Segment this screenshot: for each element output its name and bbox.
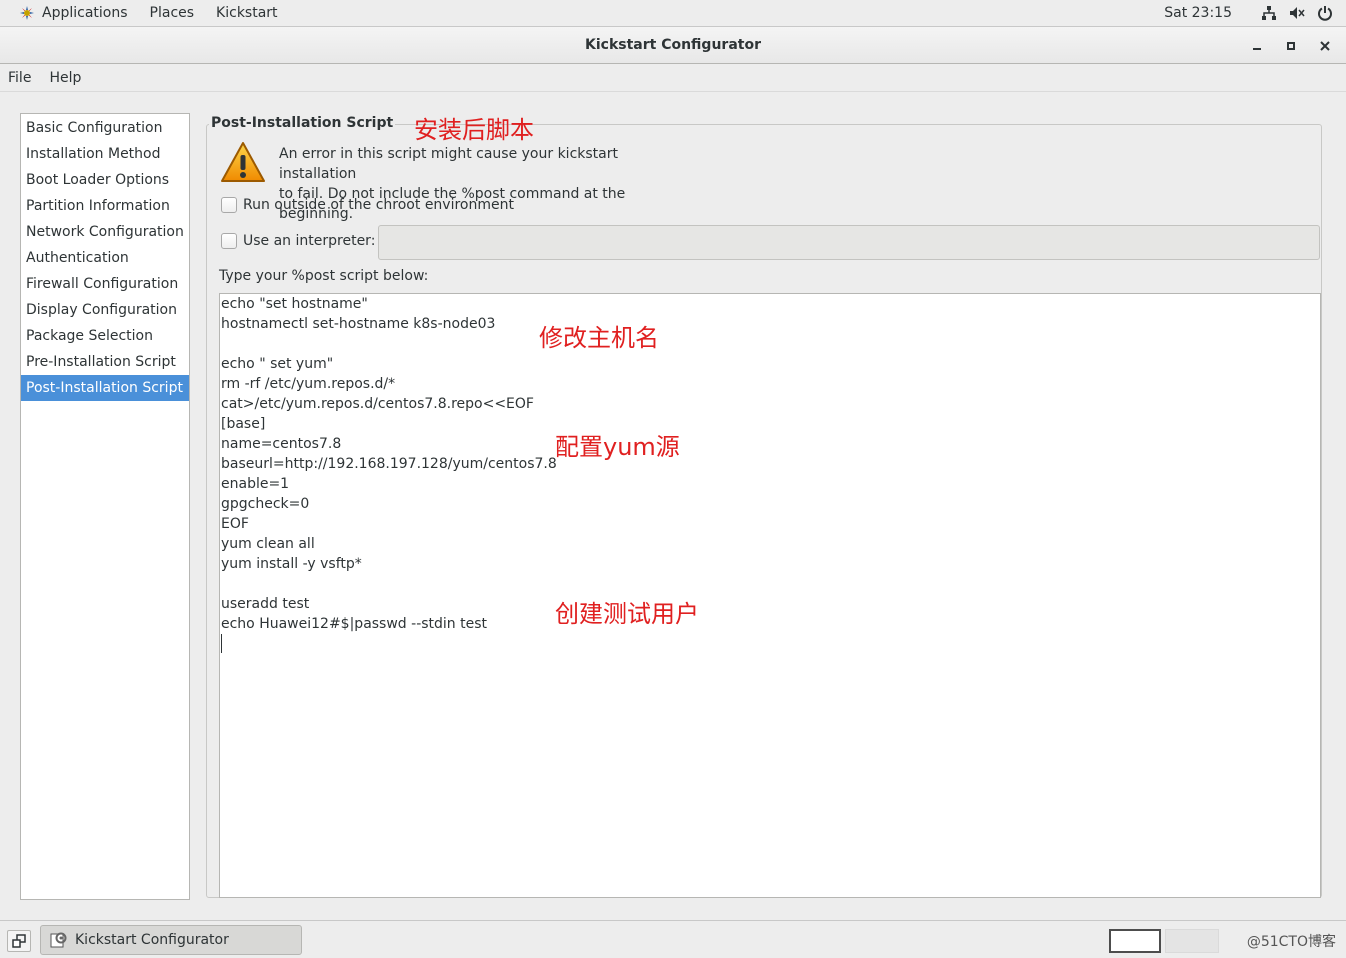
taskbar-window-label: Kickstart Configurator — [75, 932, 229, 948]
kickstart-menu[interactable]: Kickstart — [205, 0, 288, 26]
annotation-post-script: 安装后脚本 — [414, 116, 534, 144]
script-line: yum install -y vsftp* — [221, 556, 362, 572]
sidebar-item-package-selection[interactable]: Package Selection — [21, 323, 189, 349]
script-textarea[interactable]: echo "set hostname" hostnamectl set-hostn… — [219, 293, 1321, 898]
script-content: echo "set hostname" hostnamectl set-hostn… — [221, 294, 557, 654]
taskbar-window-button[interactable]: Kickstart Configurator — [40, 925, 302, 955]
sidebar-item-post-installation-script[interactable]: Post-Installation Script — [21, 375, 189, 401]
chroot-label: Run outside of the chroot environment — [243, 197, 514, 213]
warning-line-1: An error in this script might cause your… — [279, 146, 618, 182]
workspace-1[interactable] — [1109, 929, 1161, 953]
window-titlebar[interactable]: Kickstart Configurator — [0, 27, 1346, 64]
warning-icon — [219, 139, 267, 187]
chroot-option[interactable]: Run outside of the chroot environment — [221, 197, 514, 213]
script-line: baseurl=http://192.168.197.128/yum/cento… — [221, 456, 557, 472]
volume-muted-icon[interactable] — [1288, 4, 1306, 22]
close-icon — [1320, 40, 1330, 51]
annotation-yum: 配置yum源 — [555, 433, 680, 461]
script-line: enable=1 — [221, 476, 290, 492]
sidebar-item-firewall-configuration[interactable]: Firewall Configuration — [21, 271, 189, 297]
script-line: echo "set hostname" — [221, 296, 368, 312]
maximize-button[interactable] — [1278, 33, 1304, 59]
power-icon[interactable] — [1316, 4, 1334, 22]
annotation-hostname: 修改主机名 — [539, 324, 659, 352]
show-desktop-button[interactable] — [7, 930, 31, 952]
window-title: Kickstart Configurator — [585, 37, 761, 53]
script-line: rm -rf /etc/yum.repos.d/* — [221, 376, 396, 392]
minimize-icon — [1253, 47, 1261, 50]
script-line: echo Huawei12#$|passwd --stdin test — [221, 616, 488, 632]
sidebar-item-boot-loader-options[interactable]: Boot Loader Options — [21, 167, 189, 193]
script-line: hostnamectl set-hostname k8s-node03 — [221, 316, 496, 332]
script-label: Type your %post script below: — [219, 268, 429, 284]
script-line: cat>/etc/yum.repos.d/centos7.8.repo<<EOF — [221, 396, 534, 412]
sidebar-item-pre-installation-script[interactable]: Pre-Installation Script — [21, 349, 189, 375]
interpreter-label: Use an interpreter: — [243, 233, 376, 249]
script-line: yum clean all — [221, 536, 315, 552]
text-caret-line — [221, 634, 557, 654]
script-line: echo " set yum" — [221, 356, 334, 372]
interpreter-checkbox[interactable] — [221, 233, 237, 249]
text-caret — [221, 634, 222, 653]
script-line: name=centos7.8 — [221, 436, 342, 452]
menubar: File Help — [0, 64, 1346, 92]
annotation-user: 创建测试用户 — [555, 600, 699, 628]
script-line: EOF — [221, 516, 249, 532]
sidebar-item-display-configuration[interactable]: Display Configuration — [21, 297, 189, 323]
sidebar-item-authentication[interactable]: Authentication — [21, 245, 189, 271]
sidebar-item-partition-information[interactable]: Partition Information — [21, 193, 189, 219]
taskbar: Kickstart Configurator @51CTO博客 — [0, 920, 1346, 958]
network-icon[interactable] — [1260, 4, 1278, 22]
frame-title: Post-Installation Script — [209, 115, 396, 131]
script-line: [base] — [221, 416, 266, 432]
sidebar-item-installation-method[interactable]: Installation Method — [21, 141, 189, 167]
top-panel: Applications Places Kickstart Sat 23:15 — [0, 0, 1346, 27]
sidebar: Basic Configuration Installation Method … — [20, 113, 190, 900]
watermark: @51CTO博客 — [1246, 934, 1336, 950]
file-menu[interactable]: File — [2, 70, 37, 86]
script-line — [221, 334, 557, 354]
help-menu[interactable]: Help — [43, 70, 87, 86]
script-line — [221, 574, 557, 594]
chroot-checkbox[interactable] — [221, 197, 237, 213]
show-desktop-icon — [12, 934, 26, 948]
sidebar-item-network-configuration[interactable]: Network Configuration — [21, 219, 189, 245]
places-menu[interactable]: Places — [139, 0, 206, 26]
minimize-button[interactable] — [1244, 33, 1270, 59]
applications-label: Applications — [42, 5, 128, 21]
interpreter-input[interactable] — [378, 225, 1320, 260]
maximize-icon — [1287, 41, 1295, 50]
workspace-2[interactable] — [1165, 929, 1219, 953]
kickstart-app-icon — [50, 932, 67, 948]
clock[interactable]: Sat 23:15 — [1164, 5, 1232, 21]
close-button[interactable] — [1312, 33, 1338, 59]
applications-menu[interactable]: Applications — [8, 0, 139, 26]
applications-icon — [19, 5, 35, 21]
sidebar-item-basic-configuration[interactable]: Basic Configuration — [21, 115, 189, 141]
script-line: gpgcheck=0 — [221, 496, 310, 512]
interpreter-option[interactable]: Use an interpreter: — [221, 233, 375, 249]
script-line: useradd test — [221, 596, 310, 612]
